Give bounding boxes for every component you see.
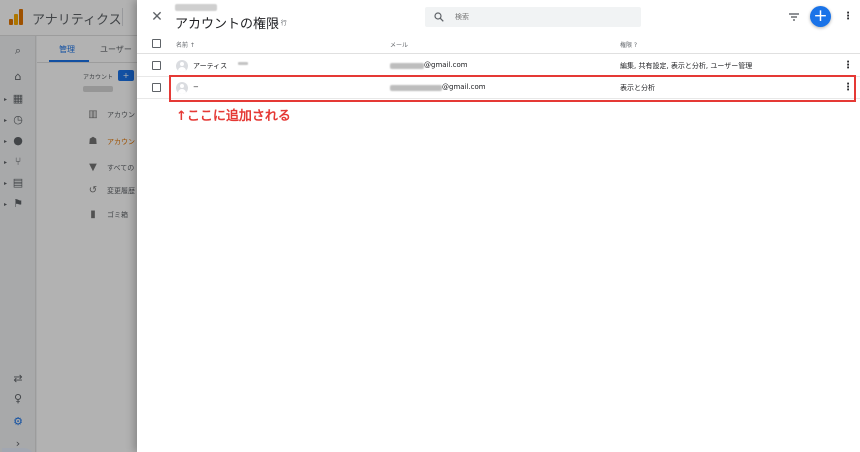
account-access-panel: ✕ アカウントの権限 4 行 + ⋮ 名前 ↑ メール 権限 ? アーティス	[137, 0, 860, 452]
email-redacted	[390, 63, 424, 69]
user-name: アーティス	[193, 62, 228, 70]
page-title: アカウントの権限	[175, 17, 280, 32]
row-more-icon[interactable]: ⋮	[843, 59, 853, 73]
search-icon	[434, 12, 444, 22]
column-header-email[interactable]: メール	[390, 40, 408, 49]
close-icon[interactable]: ✕	[149, 9, 165, 25]
search-box[interactable]	[425, 7, 641, 27]
more-options-icon[interactable]: ⋮	[843, 10, 853, 24]
column-header-name[interactable]: 名前 ↑	[176, 40, 195, 49]
panel-header: ✕ アカウントの権限 4 行 + ⋮	[137, 0, 860, 34]
account-name-redacted	[175, 4, 217, 11]
select-all-checkbox[interactable]	[152, 39, 161, 48]
add-user-button[interactable]: +	[810, 6, 831, 27]
row-checkbox[interactable]	[152, 83, 161, 92]
filter-icon[interactable]	[787, 10, 801, 24]
table-header: 名前 ↑ メール 権限 ?	[137, 34, 860, 54]
avatar	[176, 60, 188, 72]
name-redacted	[238, 62, 248, 65]
annotation-note: ↑ここに追加される	[176, 109, 291, 124]
row-checkbox[interactable]	[152, 61, 161, 70]
column-header-role[interactable]: 権限 ?	[620, 40, 637, 49]
table-row[interactable]: アーティス @gmail.com 編集, 共有設定, 表示と分析, ユーザー管理…	[137, 55, 860, 77]
user-role: 編集, 共有設定, 表示と分析, ユーザー管理	[620, 62, 753, 70]
row-count: 4 行	[275, 20, 287, 27]
new-row-highlight	[169, 75, 856, 102]
user-email: @gmail.com	[424, 61, 468, 69]
search-input[interactable]	[455, 10, 635, 24]
